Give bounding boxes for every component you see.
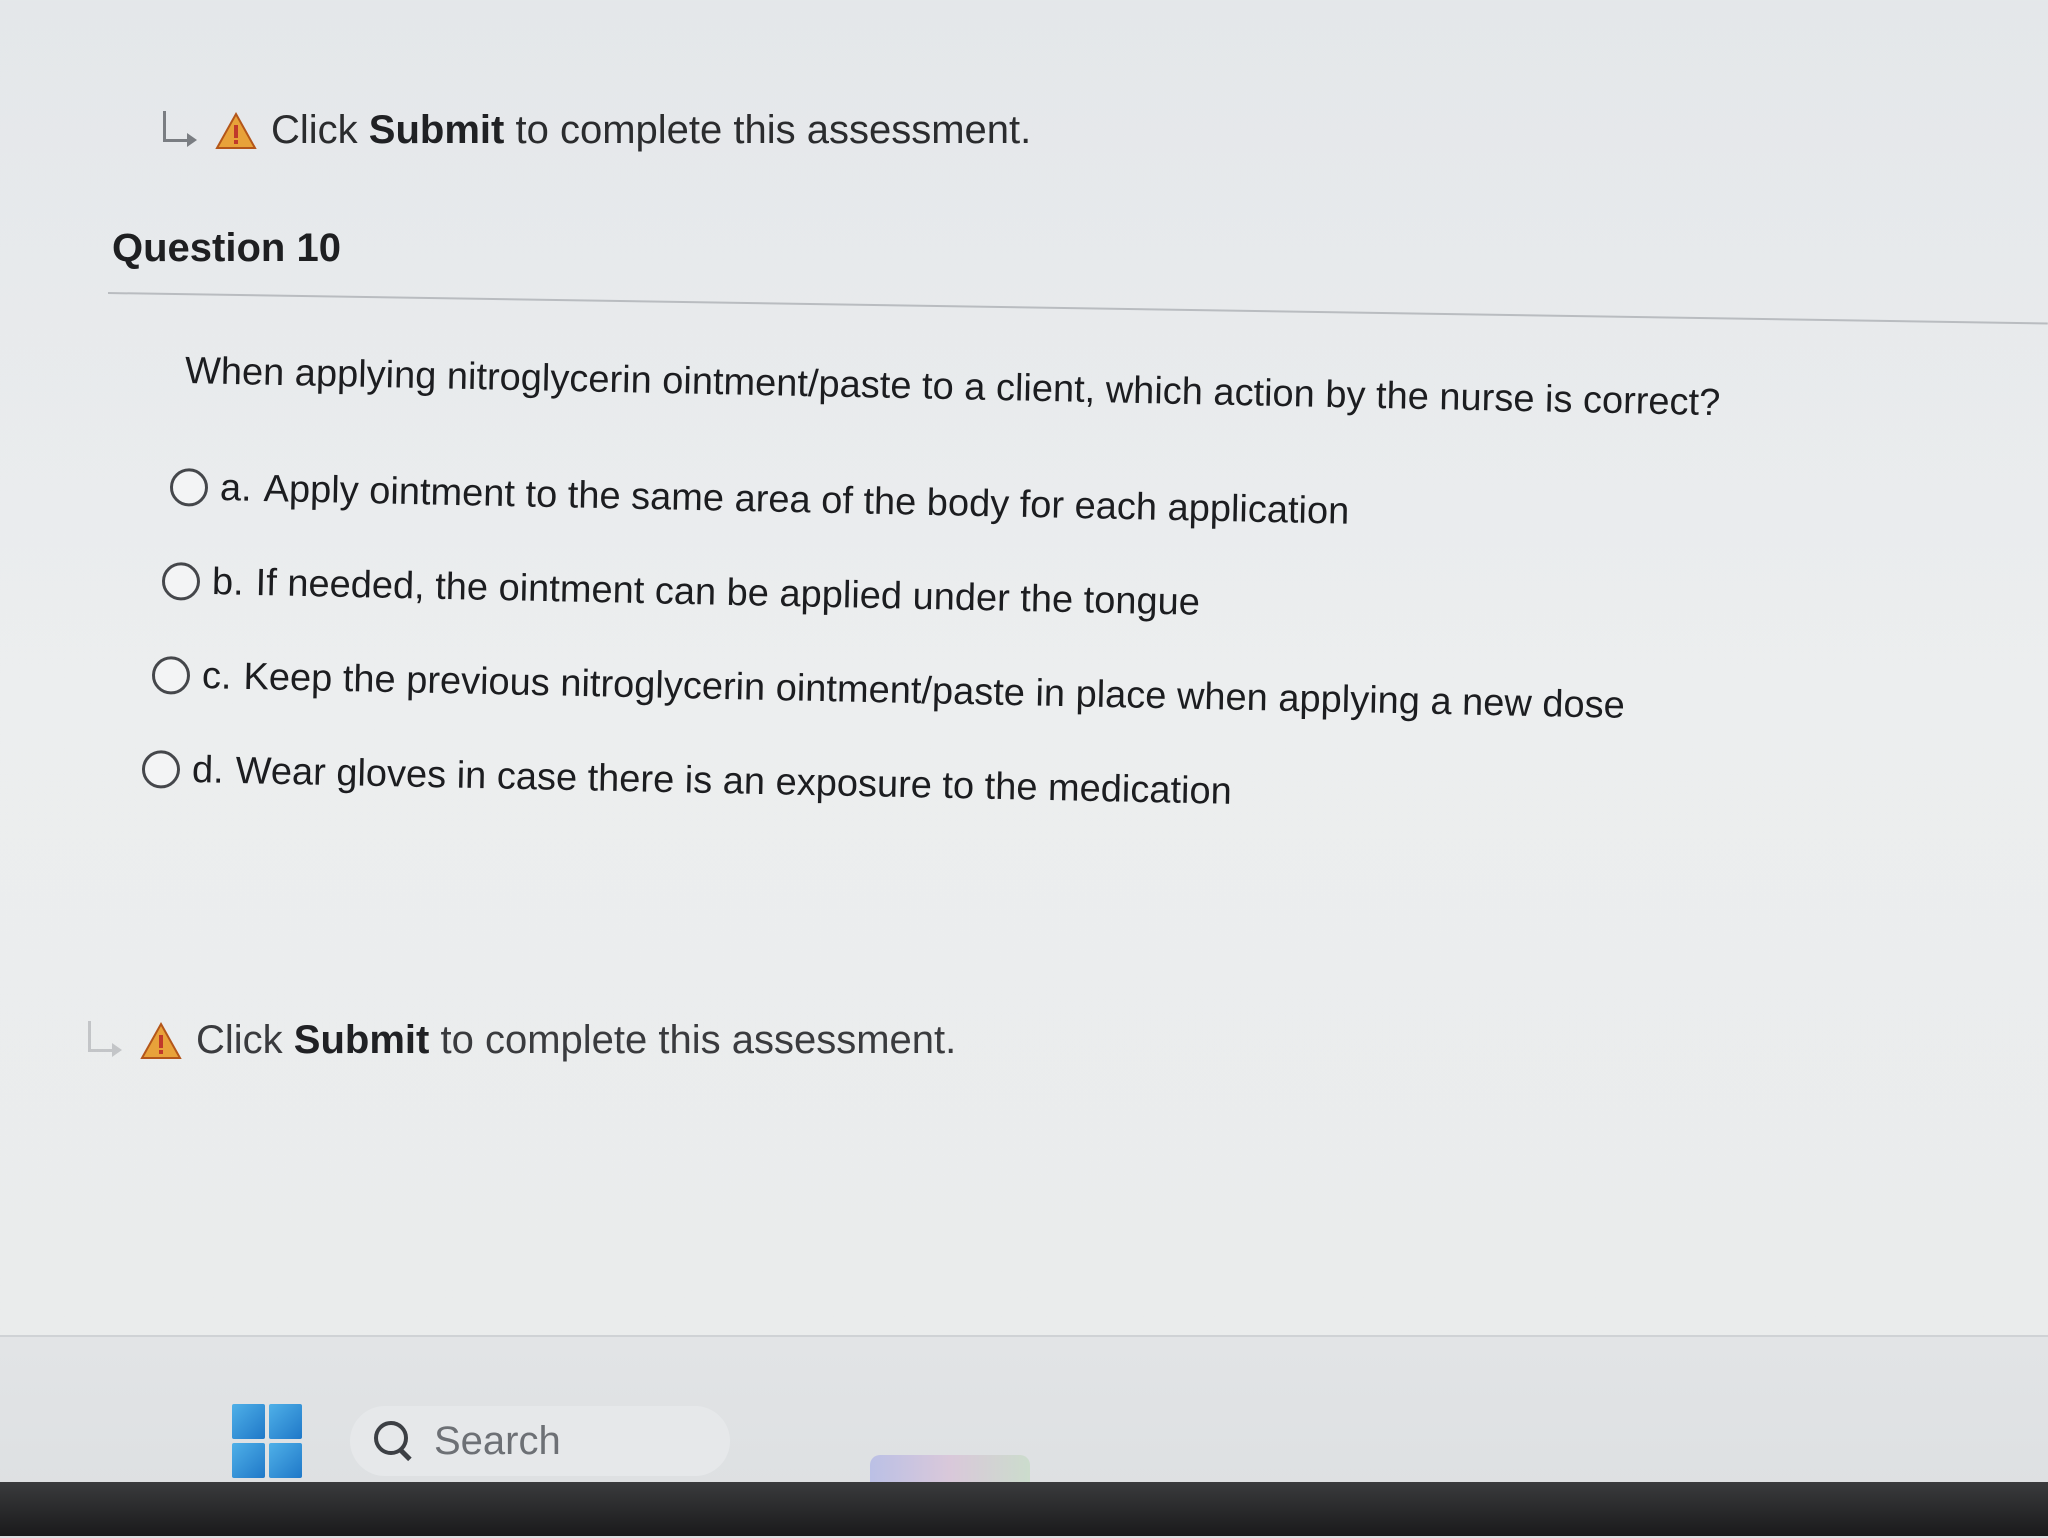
notice-text: Click Submit to complete this assessment… — [271, 108, 1031, 153]
notice-prefix: Click — [196, 1018, 283, 1062]
search-icon — [372, 1419, 416, 1463]
notice-prefix: Click — [271, 108, 358, 152]
notice-submit-word: Submit — [368, 108, 505, 152]
option-text: If needed, the ointment can be applied u… — [255, 561, 1201, 624]
notice-suffix: to complete this assessment. — [515, 108, 1032, 152]
monitor-bezel — [0, 1482, 2048, 1536]
warning-triangle-icon — [215, 111, 257, 151]
option-text: Wear gloves in case there is an exposure… — [235, 749, 1233, 813]
submit-notice-top: Click Submit to complete this assessment… — [155, 108, 1031, 153]
search-placeholder: Search — [434, 1418, 561, 1463]
option-text: Apply ointment to the same area of the b… — [263, 467, 1350, 533]
radio-button-a[interactable] — [169, 468, 209, 507]
taskbar-search[interactable]: Search — [350, 1406, 730, 1476]
option-letter: c. — [201, 654, 232, 698]
question-header: Question 10 — [112, 226, 341, 270]
radio-button-c[interactable] — [151, 656, 191, 695]
notice-text: Click Submit to complete this assessment… — [196, 1018, 956, 1063]
arrow-turn-right-icon — [80, 1020, 126, 1061]
notice-suffix: to complete this assessment. — [440, 1018, 957, 1062]
option-letter: a. — [219, 466, 253, 510]
option-letter: d. — [191, 748, 225, 792]
submit-notice-bottom: Click Submit to complete this assessment… — [80, 1018, 956, 1063]
notice-submit-word: Submit — [293, 1018, 430, 1062]
windows-start-icon[interactable] — [232, 1404, 302, 1478]
option-text: Keep the previous nitroglycerin ointment… — [243, 655, 1626, 727]
assessment-page: Click Submit to complete this assessment… — [0, 0, 2048, 1330]
radio-button-b[interactable] — [161, 562, 201, 601]
question-text: When applying nitroglycerin ointment/pas… — [184, 350, 1721, 425]
arrow-turn-right-icon — [155, 110, 201, 151]
answer-options: a. Apply ointment to the same area of th… — [141, 440, 1626, 816]
option-letter: b. — [211, 560, 245, 604]
header-divider — [107, 292, 2048, 325]
radio-button-d[interactable] — [141, 750, 181, 789]
warning-triangle-icon — [140, 1021, 182, 1061]
